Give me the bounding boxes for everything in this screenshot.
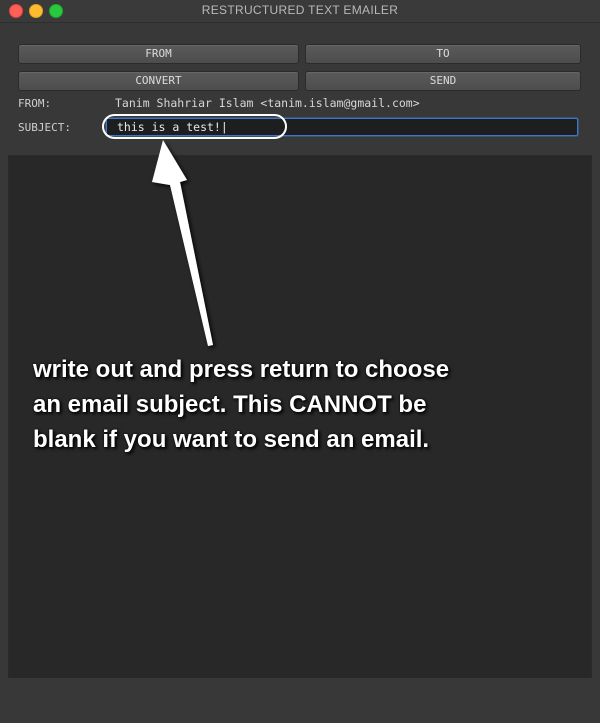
annotation-text: write out and press return to choose an … (33, 356, 450, 453)
app-window: RESTRUCTURED TEXT EMAILER FROM TO CONVER… (0, 0, 600, 723)
